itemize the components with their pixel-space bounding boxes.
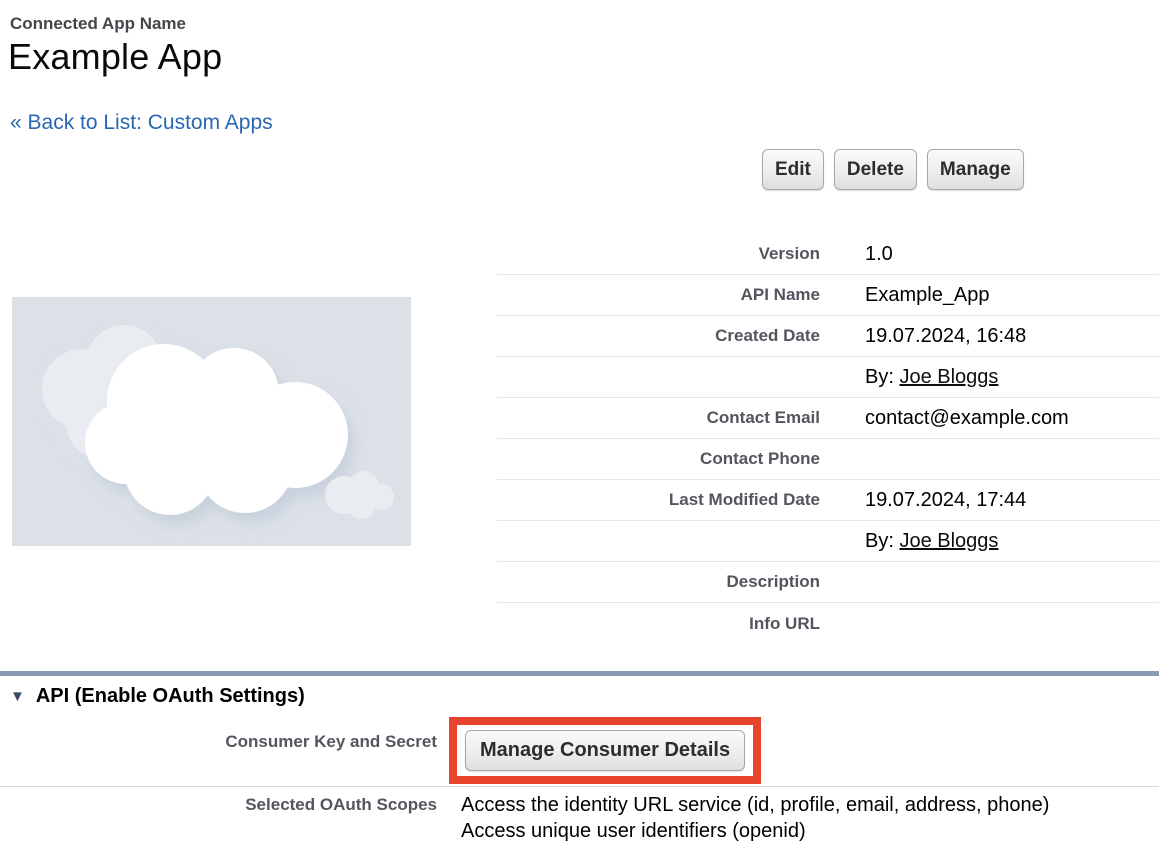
created-by-user-link[interactable]: Joe Bloggs: [899, 366, 998, 388]
detail-row: Created Date 19.07.2024, 16:48: [497, 316, 1159, 357]
detail-row: Contact Email contact@example.com: [497, 398, 1159, 439]
detail-label: Contact Phone: [497, 449, 820, 469]
detail-value: contact@example.com: [820, 407, 1069, 430]
toolbar: Edit Delete Manage: [762, 149, 1024, 190]
detail-table: Version 1.0 API Name Example_App Created…: [497, 234, 1159, 644]
detail-label: Info URL: [497, 614, 820, 634]
section-divider-bar: [0, 671, 1159, 676]
oauth-section-title: API (Enable OAuth Settings): [36, 685, 305, 708]
oauth-scope-item: Access unique user identifiers (openid): [461, 818, 1049, 844]
modified-by-user-link[interactable]: Joe Bloggs: [899, 530, 998, 552]
detail-value: Example_App: [820, 284, 990, 307]
back-to-list-link[interactable]: « Back to List: Custom Apps: [10, 111, 273, 135]
detail-label: Contact Email: [497, 408, 820, 428]
detail-row: Version 1.0: [497, 234, 1159, 275]
cloud-icon: [12, 297, 411, 546]
oauth-scopes-list: Access the identity URL service (id, pro…: [461, 792, 1049, 844]
collapse-triangle-icon[interactable]: ▼: [10, 689, 25, 704]
detail-row: By: Joe Bloggs: [497, 357, 1159, 398]
oauth-scope-item: Access the identity URL service (id, pro…: [461, 792, 1049, 818]
detail-label: Last Modified Date: [497, 490, 820, 510]
app-logo-image: [12, 297, 411, 546]
detail-label: Created Date: [497, 326, 820, 346]
detail-label: Description: [497, 572, 820, 592]
detail-value: By: Joe Bloggs: [820, 366, 998, 389]
manage-button[interactable]: Manage: [927, 149, 1024, 190]
highlight-annotation-box: Manage Consumer Details: [449, 717, 761, 784]
detail-row: Info URL: [497, 603, 1159, 644]
by-prefix: By:: [865, 530, 899, 552]
detail-row: Description: [497, 562, 1159, 603]
detail-row: By: Joe Bloggs: [497, 521, 1159, 562]
delete-button[interactable]: Delete: [834, 149, 917, 190]
detail-value: 19.07.2024, 16:48: [820, 325, 1026, 348]
detail-label: Version: [497, 244, 820, 264]
detail-row: Last Modified Date 19.07.2024, 17:44: [497, 480, 1159, 521]
detail-row: API Name Example_App: [497, 275, 1159, 316]
selected-oauth-scopes-label: Selected OAuth Scopes: [0, 795, 437, 815]
detail-row: Contact Phone: [497, 439, 1159, 480]
detail-value: 19.07.2024, 17:44: [820, 489, 1026, 512]
manage-consumer-details-button[interactable]: Manage Consumer Details: [465, 730, 745, 771]
page-title: Example App: [8, 36, 222, 78]
by-prefix: By:: [865, 366, 899, 388]
edit-button[interactable]: Edit: [762, 149, 824, 190]
connected-app-name-label: Connected App Name: [10, 14, 186, 34]
detail-value: 1.0: [820, 243, 893, 266]
consumer-key-secret-label: Consumer Key and Secret: [0, 732, 437, 752]
oauth-section-header: ▼ API (Enable OAuth Settings): [10, 685, 305, 708]
row-separator: [0, 786, 1159, 787]
detail-value: By: Joe Bloggs: [820, 530, 998, 553]
detail-label: API Name: [497, 285, 820, 305]
